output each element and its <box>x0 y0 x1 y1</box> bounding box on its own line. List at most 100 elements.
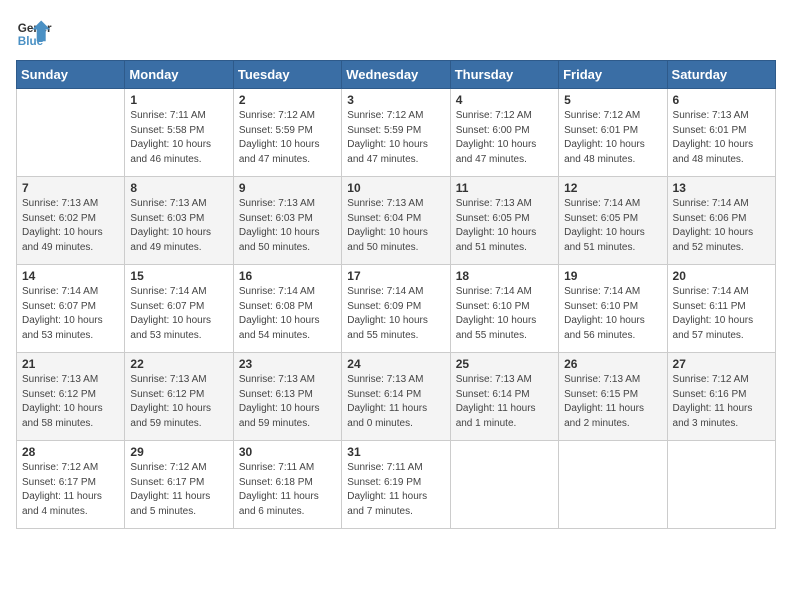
day-header-saturday: Saturday <box>667 61 775 89</box>
day-header-tuesday: Tuesday <box>233 61 341 89</box>
logo-icon: General Blue <box>16 16 52 52</box>
calendar-cell: 23Sunrise: 7:13 AM Sunset: 6:13 PM Dayli… <box>233 353 341 441</box>
calendar-cell: 19Sunrise: 7:14 AM Sunset: 6:10 PM Dayli… <box>559 265 667 353</box>
day-number: 29 <box>130 445 227 459</box>
calendar-cell: 10 Sunrise: 7:13 AM Sunset: 6:04 PM Dayli… <box>342 177 450 265</box>
day-info: Sunrise: 7:12 AM Sunset: 6:01 PM Dayligh… <box>564 109 661 167</box>
day-header-sunday: Sunday <box>17 61 125 89</box>
day-number: 1 <box>130 93 227 107</box>
day-number: 19 <box>564 269 661 283</box>
calendar-cell <box>450 441 558 529</box>
day-number: 17 <box>347 269 444 283</box>
day-number: 5 <box>564 93 661 107</box>
day-info: Sunrise: 7:13 AM Sunset: 6:03 PM Dayligh… <box>130 197 227 255</box>
calendar-cell: 30 Sunrise: 7:11 AM Sunset: 6:18 PM Dayli… <box>233 441 341 529</box>
calendar-cell: 26Sunrise: 7:13 AM Sunset: 6:15 PM Dayli… <box>559 353 667 441</box>
day-number: 10 <box>347 181 444 195</box>
calendar-cell: 14 Sunrise: 7:14 AM Sunset: 6:07 PM Dayli… <box>17 265 125 353</box>
day-info: Sunrise: 7:14 AM Sunset: 6:10 PM Dayligh… <box>456 285 553 343</box>
calendar-cell: 6 Sunrise: 7:13 AM Sunset: 6:01 PM Daylig… <box>667 89 775 177</box>
calendar-cell: 11Sunrise: 7:13 AM Sunset: 6:05 PM Dayli… <box>450 177 558 265</box>
day-number: 16 <box>239 269 336 283</box>
day-header-wednesday: Wednesday <box>342 61 450 89</box>
calendar-cell: 13Sunrise: 7:14 AM Sunset: 6:06 PM Dayli… <box>667 177 775 265</box>
day-number: 20 <box>673 269 770 283</box>
day-number: 12 <box>564 181 661 195</box>
day-info: Sunrise: 7:14 AM Sunset: 6:07 PM Dayligh… <box>130 285 227 343</box>
calendar-week-1: 1 Sunrise: 7:11 AM Sunset: 5:58 PM Daylig… <box>17 89 776 177</box>
day-info: Sunrise: 7:14 AM Sunset: 6:11 PM Dayligh… <box>673 285 770 343</box>
day-number: 30 <box>239 445 336 459</box>
day-number: 21 <box>22 357 119 371</box>
day-number: 25 <box>456 357 553 371</box>
day-header-thursday: Thursday <box>450 61 558 89</box>
calendar-cell <box>667 441 775 529</box>
calendar-cell: 31 Sunrise: 7:11 AM Sunset: 6:19 PM Dayli… <box>342 441 450 529</box>
calendar-cell: 21 Sunrise: 7:13 AM Sunset: 6:12 PM Dayli… <box>17 353 125 441</box>
calendar-cell: 25 Sunrise: 7:13 AM Sunset: 6:14 PM Dayli… <box>450 353 558 441</box>
calendar-week-5: 28 Sunrise: 7:12 AM Sunset: 6:17 PM Dayli… <box>17 441 776 529</box>
day-info: Sunrise: 7:11 AM Sunset: 6:18 PM Dayligh… <box>239 461 336 519</box>
day-info: Sunrise: 7:12 AM Sunset: 6:17 PM Dayligh… <box>130 461 227 519</box>
calendar-week-2: 7 Sunrise: 7:13 AM Sunset: 6:02 PM Daylig… <box>17 177 776 265</box>
calendar-table: SundayMondayTuesdayWednesdayThursdayFrid… <box>16 60 776 529</box>
calendar-cell: 3 Sunrise: 7:12 AM Sunset: 5:59 PM Daylig… <box>342 89 450 177</box>
calendar-cell: 4Sunrise: 7:12 AM Sunset: 6:00 PM Daylig… <box>450 89 558 177</box>
day-number: 31 <box>347 445 444 459</box>
calendar-cell: 27Sunrise: 7:12 AM Sunset: 6:16 PM Dayli… <box>667 353 775 441</box>
calendar-cell: 28 Sunrise: 7:12 AM Sunset: 6:17 PM Dayli… <box>17 441 125 529</box>
day-info: Sunrise: 7:11 AM Sunset: 5:58 PM Dayligh… <box>130 109 227 167</box>
day-info: Sunrise: 7:14 AM Sunset: 6:05 PM Dayligh… <box>564 197 661 255</box>
calendar-cell: 17 Sunrise: 7:14 AM Sunset: 6:09 PM Dayli… <box>342 265 450 353</box>
day-number: 28 <box>22 445 119 459</box>
day-info: Sunrise: 7:13 AM Sunset: 6:12 PM Dayligh… <box>22 373 119 431</box>
day-info: Sunrise: 7:13 AM Sunset: 6:13 PM Dayligh… <box>239 373 336 431</box>
day-header-friday: Friday <box>559 61 667 89</box>
day-number: 24 <box>347 357 444 371</box>
day-number: 26 <box>564 357 661 371</box>
day-info: Sunrise: 7:11 AM Sunset: 6:19 PM Dayligh… <box>347 461 444 519</box>
calendar-cell: 24Sunrise: 7:13 AM Sunset: 6:14 PM Dayli… <box>342 353 450 441</box>
day-info: Sunrise: 7:13 AM Sunset: 6:03 PM Dayligh… <box>239 197 336 255</box>
day-info: Sunrise: 7:13 AM Sunset: 6:02 PM Dayligh… <box>22 197 119 255</box>
day-number: 2 <box>239 93 336 107</box>
calendar-cell: 12 Sunrise: 7:14 AM Sunset: 6:05 PM Dayli… <box>559 177 667 265</box>
day-info: Sunrise: 7:14 AM Sunset: 6:09 PM Dayligh… <box>347 285 444 343</box>
page-header: General Blue <box>16 16 776 52</box>
calendar-cell: 29 Sunrise: 7:12 AM Sunset: 6:17 PM Dayli… <box>125 441 233 529</box>
day-info: Sunrise: 7:13 AM Sunset: 6:05 PM Dayligh… <box>456 197 553 255</box>
calendar-cell: 2 Sunrise: 7:12 AM Sunset: 5:59 PM Daylig… <box>233 89 341 177</box>
day-info: Sunrise: 7:13 AM Sunset: 6:01 PM Dayligh… <box>673 109 770 167</box>
calendar-week-3: 14 Sunrise: 7:14 AM Sunset: 6:07 PM Dayli… <box>17 265 776 353</box>
calendar-cell <box>17 89 125 177</box>
calendar-cell: 1 Sunrise: 7:11 AM Sunset: 5:58 PM Daylig… <box>125 89 233 177</box>
day-number: 14 <box>22 269 119 283</box>
day-info: Sunrise: 7:13 AM Sunset: 6:14 PM Dayligh… <box>456 373 553 431</box>
day-number: 3 <box>347 93 444 107</box>
day-info: Sunrise: 7:12 AM Sunset: 5:59 PM Dayligh… <box>347 109 444 167</box>
calendar-week-4: 21 Sunrise: 7:13 AM Sunset: 6:12 PM Dayli… <box>17 353 776 441</box>
day-number: 9 <box>239 181 336 195</box>
logo: General Blue <box>16 16 52 52</box>
day-info: Sunrise: 7:14 AM Sunset: 6:06 PM Dayligh… <box>673 197 770 255</box>
day-info: Sunrise: 7:13 AM Sunset: 6:04 PM Dayligh… <box>347 197 444 255</box>
calendar-cell: 8Sunrise: 7:13 AM Sunset: 6:03 PM Daylig… <box>125 177 233 265</box>
day-info: Sunrise: 7:14 AM Sunset: 6:07 PM Dayligh… <box>22 285 119 343</box>
day-number: 4 <box>456 93 553 107</box>
calendar-cell: 7 Sunrise: 7:13 AM Sunset: 6:02 PM Daylig… <box>17 177 125 265</box>
day-number: 22 <box>130 357 227 371</box>
calendar-cell: 5 Sunrise: 7:12 AM Sunset: 6:01 PM Daylig… <box>559 89 667 177</box>
day-info: Sunrise: 7:12 AM Sunset: 5:59 PM Dayligh… <box>239 109 336 167</box>
day-number: 7 <box>22 181 119 195</box>
day-info: Sunrise: 7:12 AM Sunset: 6:16 PM Dayligh… <box>673 373 770 431</box>
day-number: 15 <box>130 269 227 283</box>
calendar-header-row: SundayMondayTuesdayWednesdayThursdayFrid… <box>17 61 776 89</box>
day-info: Sunrise: 7:12 AM Sunset: 6:17 PM Dayligh… <box>22 461 119 519</box>
calendar-cell: 18Sunrise: 7:14 AM Sunset: 6:10 PM Dayli… <box>450 265 558 353</box>
calendar-cell <box>559 441 667 529</box>
calendar-cell: 22 Sunrise: 7:13 AM Sunset: 6:12 PM Dayli… <box>125 353 233 441</box>
day-info: Sunrise: 7:14 AM Sunset: 6:08 PM Dayligh… <box>239 285 336 343</box>
day-number: 6 <box>673 93 770 107</box>
day-info: Sunrise: 7:13 AM Sunset: 6:12 PM Dayligh… <box>130 373 227 431</box>
calendar-cell: 9 Sunrise: 7:13 AM Sunset: 6:03 PM Daylig… <box>233 177 341 265</box>
